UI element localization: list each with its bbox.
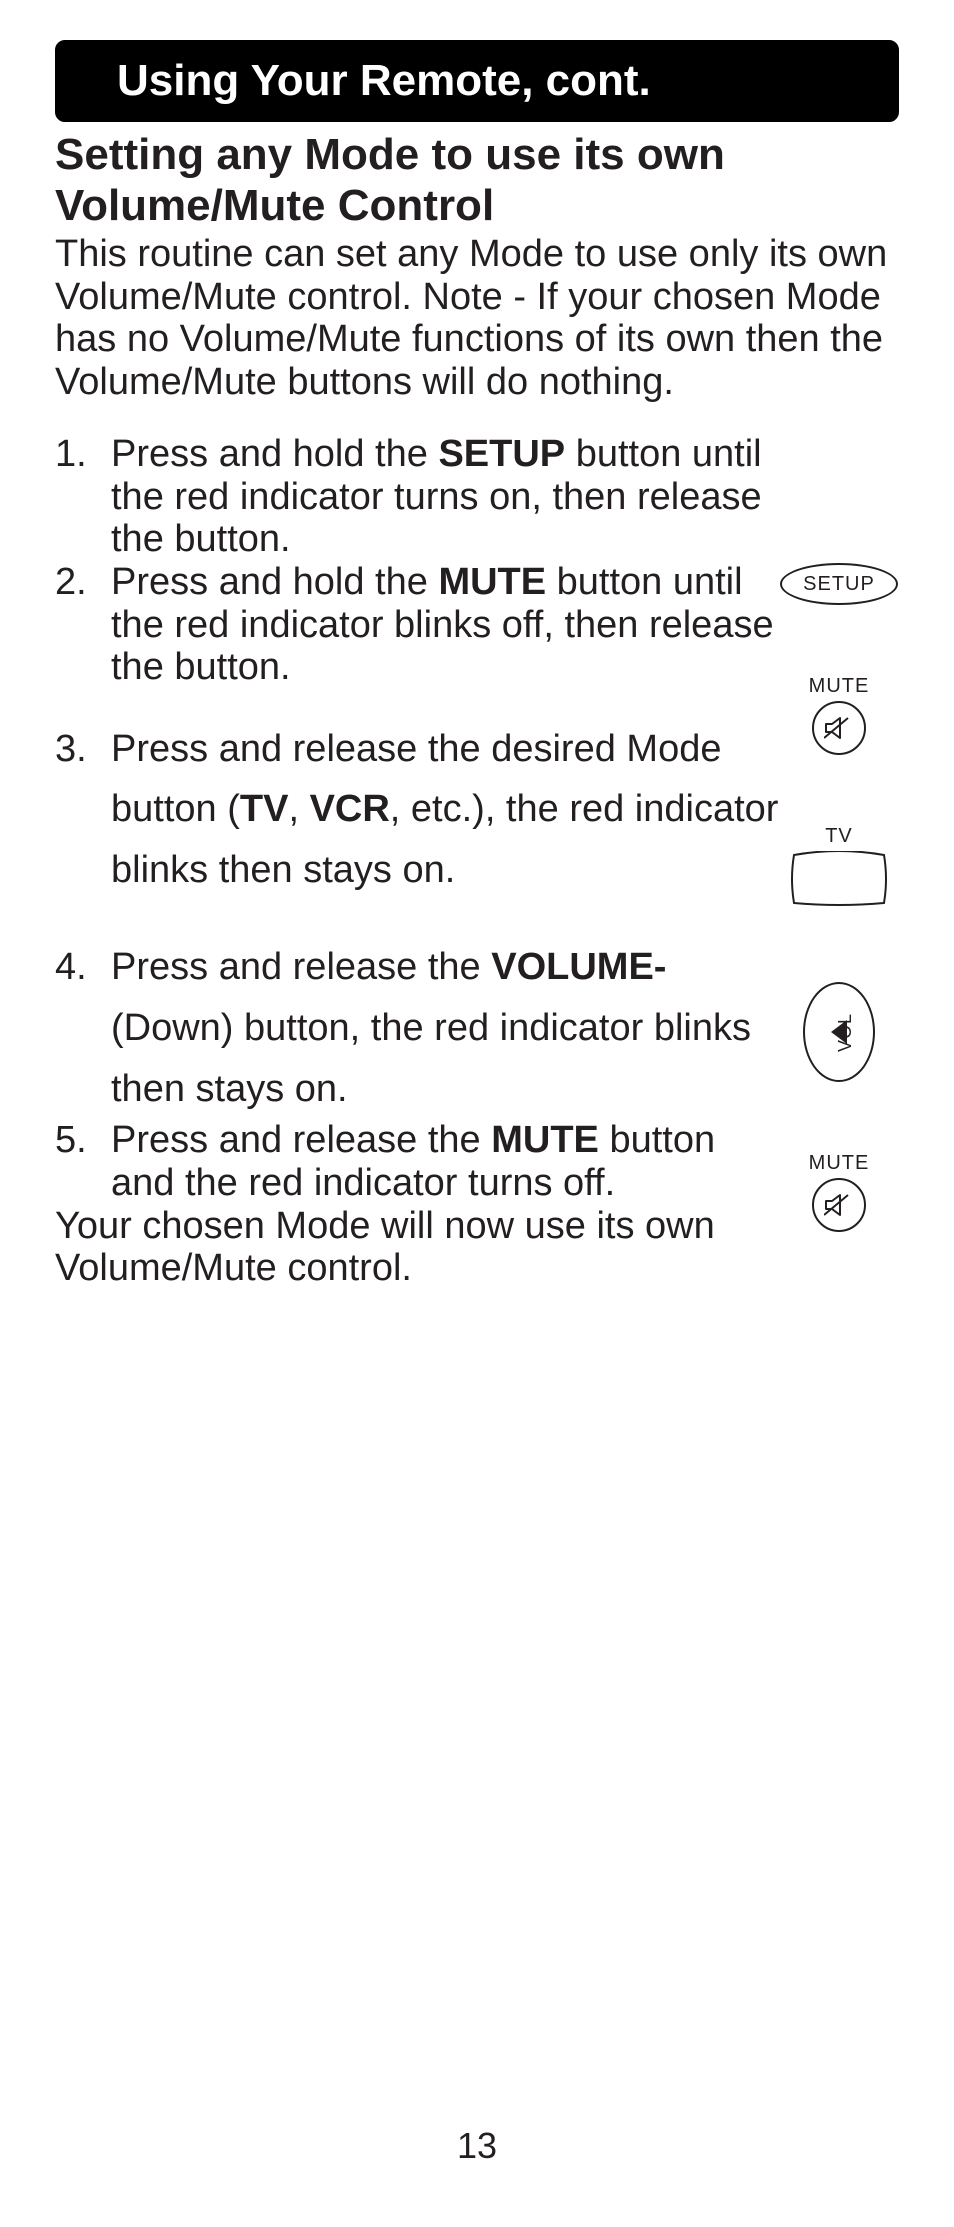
step-text: Press and hold the SETUP button until th… bbox=[111, 433, 762, 560]
section-subtitle: Setting any Mode to use its own Volume/M… bbox=[55, 130, 899, 231]
speaker-mute-icon bbox=[824, 716, 854, 740]
text-column: Press and hold the SETUP button until th… bbox=[55, 433, 779, 1289]
step-text: Press and release the desired Mode butto… bbox=[111, 728, 778, 892]
outro-paragraph: Your chosen Mode will now use its own Vo… bbox=[55, 1205, 779, 1290]
step-text: Press and release the VOLUME- (Down) but… bbox=[111, 946, 751, 1110]
step-3: Press and release the desired Mode butto… bbox=[55, 719, 779, 901]
vol-label: VOL bbox=[835, 1013, 856, 1052]
mute-label: MUTE bbox=[809, 675, 870, 698]
step-5: Press and release the MUTE button and th… bbox=[55, 1119, 779, 1204]
step-text: Press and release the MUTE button and th… bbox=[111, 1119, 715, 1204]
mute-label-2: MUTE bbox=[809, 1152, 870, 1175]
mute-button-icon: MUTE bbox=[809, 675, 870, 755]
banner-title: Using Your Remote, cont. bbox=[117, 56, 651, 105]
step-text: Press and hold the MUTE button until the… bbox=[111, 561, 774, 688]
intro-paragraph: This routine can set any Mode to use onl… bbox=[55, 233, 899, 403]
step-4: Press and release the VOLUME- (Down) but… bbox=[55, 937, 779, 1119]
page-container: Using Your Remote, cont. Setting any Mod… bbox=[0, 0, 954, 2227]
content-row: Press and hold the SETUP button until th… bbox=[55, 433, 899, 1289]
page-number: 13 bbox=[0, 2125, 954, 2167]
volume-down-button-icon: VOL bbox=[803, 982, 875, 1082]
icon-column: SETUP MUTE TV bbox=[779, 433, 899, 1232]
tv-label: TV bbox=[790, 825, 888, 848]
step-2: Press and hold the MUTE button until the… bbox=[55, 561, 779, 689]
section-banner: Using Your Remote, cont. bbox=[55, 40, 899, 122]
setup-button-icon: SETUP bbox=[780, 563, 898, 605]
steps-list: Press and hold the SETUP button until th… bbox=[55, 433, 779, 1204]
mute-button-icon-2: MUTE bbox=[809, 1152, 870, 1232]
speaker-mute-icon bbox=[824, 1193, 854, 1217]
step-1: Press and hold the SETUP button until th… bbox=[55, 433, 779, 561]
tv-button-icon: TV bbox=[790, 825, 888, 912]
setup-button-label: SETUP bbox=[803, 573, 875, 596]
